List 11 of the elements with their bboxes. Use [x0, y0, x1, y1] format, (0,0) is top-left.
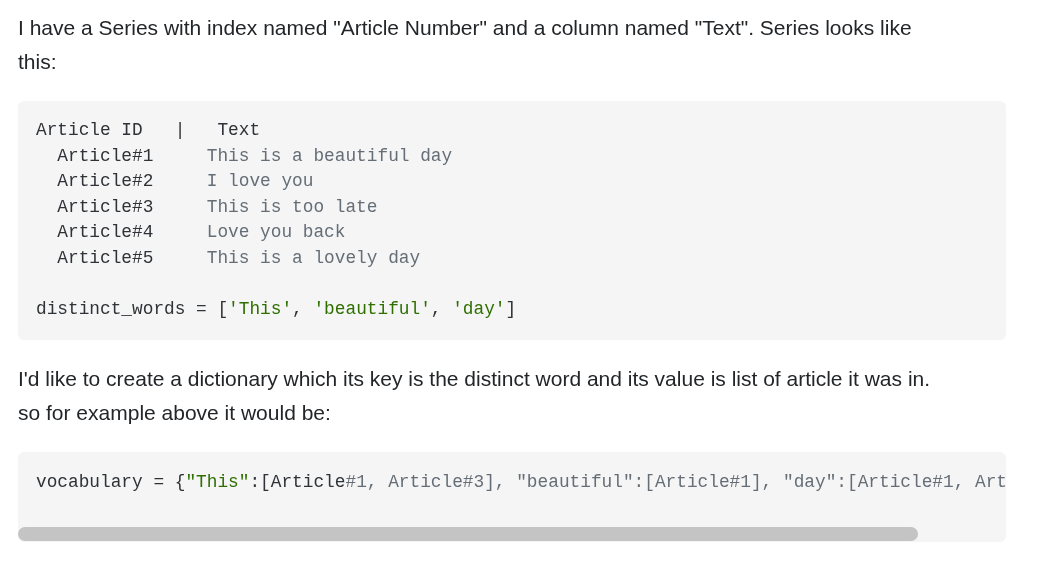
- code-line: Article#4 Love you back: [56, 221, 347, 244]
- question-paragraph: I have a Series with index named "Article Number" and a column named "Text". Series looks like this:: [18, 15, 913, 75]
- code-line: Article ID | Text: [35, 119, 262, 142]
- code-line: vocabulary = {"This":[Article#1, Article#3], "beautiful":[Article#1], "day":[Article#1, Art: [35, 471, 1006, 494]
- scrollbar-thumb[interactable]: [18, 526, 918, 541]
- code-line: Article#3 This is too late: [56, 195, 379, 219]
- code-line: Article#5 This is a lovely day: [56, 246, 422, 270]
- code-line: Article#2 I love you: [56, 170, 315, 193]
- code-line: distinct_words = ['This', 'beautiful', 'day']: [35, 297, 518, 321]
- code-line: Article#1 This is a beautiful day: [56, 144, 454, 168]
- question-paragraph: I'd like to create a dictionary which its key is the distinct word and its value is list of article it was in. so for example above it would be:: [18, 366, 932, 426]
